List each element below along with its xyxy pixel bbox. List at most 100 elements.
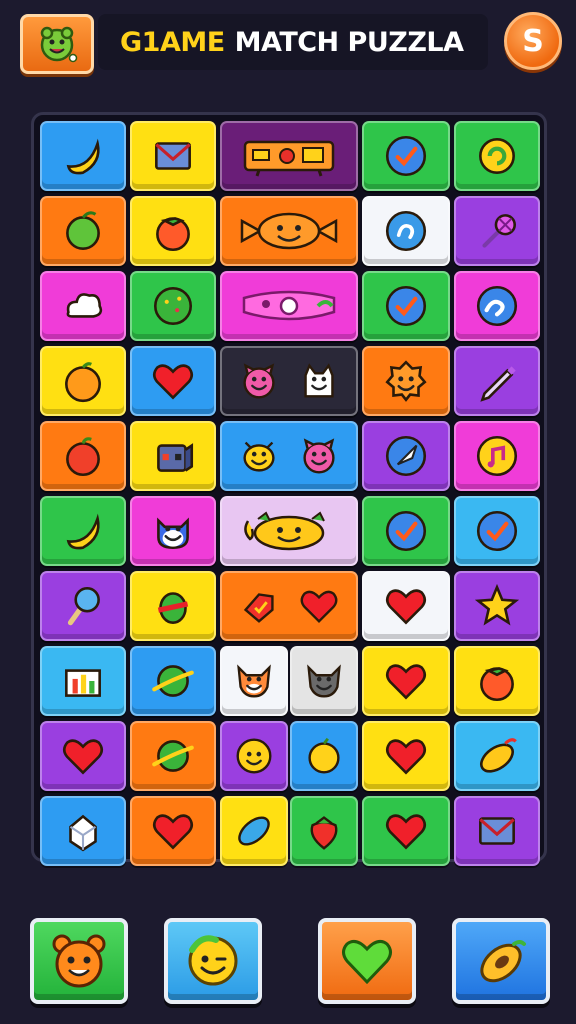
banana-icon xyxy=(58,131,108,181)
tile-banana[interactable] xyxy=(40,496,126,566)
fox-face-icon xyxy=(237,664,271,698)
rocket-badge-icon xyxy=(381,431,431,481)
powerup-bear-button[interactable] xyxy=(30,918,128,1004)
tile-heart[interactable] xyxy=(130,796,216,866)
apple-icon xyxy=(58,431,108,481)
tile-cookie-face[interactable] xyxy=(362,346,450,416)
tomato-icon xyxy=(148,206,198,256)
tile-planet[interactable] xyxy=(130,646,216,716)
powerup-heart-button[interactable] xyxy=(318,918,416,1004)
winking-smiley-icon xyxy=(188,935,238,986)
tile-cat-face[interactable] xyxy=(130,496,216,566)
tile-tag-and-heart[interactable] xyxy=(220,571,358,641)
tile-heart[interactable] xyxy=(130,346,216,416)
tile-banana[interactable] xyxy=(40,121,126,191)
music-badge-icon xyxy=(472,431,522,481)
tile-heart[interactable] xyxy=(40,721,126,791)
tomato-icon xyxy=(472,656,522,706)
tile-check-badge[interactable] xyxy=(362,496,450,566)
tag-red-icon xyxy=(236,583,282,629)
game-title: G1AME MATCH PUZZLA xyxy=(98,14,488,70)
tile-envelope[interactable] xyxy=(130,121,216,191)
tile-gray-cat[interactable] xyxy=(290,646,358,716)
tile-radio-device[interactable] xyxy=(220,121,358,191)
avatar-button[interactable] xyxy=(20,14,94,74)
tile-heart[interactable] xyxy=(362,721,450,791)
tile-cactus-fruit[interactable] xyxy=(130,571,216,641)
tile-rocket-badge[interactable] xyxy=(362,421,450,491)
powerup-smiley-button[interactable] xyxy=(164,918,262,1004)
tile-ice-cream[interactable] xyxy=(40,571,126,641)
coin-icon: S xyxy=(522,23,544,59)
pink-critter-icon xyxy=(296,433,342,479)
tile-pencil[interactable] xyxy=(454,346,540,416)
tile-envelope[interactable] xyxy=(454,796,540,866)
heart-icon xyxy=(296,583,342,629)
tile-tomato[interactable] xyxy=(454,646,540,716)
ice-cream-icon xyxy=(58,581,108,631)
radio-device-icon xyxy=(239,132,339,180)
tile-star[interactable] xyxy=(454,571,540,641)
check-badge-icon xyxy=(381,131,431,181)
tile-wave-badge[interactable] xyxy=(454,271,540,341)
tile-smiley[interactable] xyxy=(220,721,288,791)
tile-check-badge[interactable] xyxy=(362,271,450,341)
tile-heart[interactable] xyxy=(362,796,450,866)
tile-fox-face[interactable] xyxy=(220,646,288,716)
bar-chart-icon xyxy=(58,656,108,706)
tile-check-badge[interactable] xyxy=(454,496,540,566)
lime-icon xyxy=(58,206,108,256)
envelope-icon xyxy=(148,131,198,181)
tile-lime[interactable] xyxy=(40,196,126,266)
check-badge-icon xyxy=(472,506,522,556)
title-part-1: G1AME xyxy=(120,26,225,58)
mango-icon xyxy=(472,731,522,781)
swirl-creature-icon xyxy=(472,131,522,181)
green-creature-icon xyxy=(40,26,78,63)
heart-icon xyxy=(58,731,108,781)
tile-box-robot[interactable] xyxy=(130,421,216,491)
tile-heart[interactable] xyxy=(362,571,450,641)
cloud-icon xyxy=(58,281,108,331)
tile-strawberry[interactable] xyxy=(290,796,358,866)
melon-icon xyxy=(148,281,198,331)
tile-mango[interactable] xyxy=(454,721,540,791)
bee-icon xyxy=(236,433,282,479)
smiley-icon xyxy=(236,738,272,774)
tile-apple[interactable] xyxy=(40,421,126,491)
box-robot-icon xyxy=(148,431,198,481)
envelope-icon xyxy=(472,806,522,856)
tile-check-badge[interactable] xyxy=(362,121,450,191)
tile-leaf-fruit[interactable] xyxy=(220,796,288,866)
tile-music-badge[interactable] xyxy=(454,421,540,491)
tile-sugar-cube[interactable] xyxy=(40,796,126,866)
powerup-fruit-button[interactable] xyxy=(452,918,550,1004)
tile-mask-creature[interactable] xyxy=(220,271,358,341)
tile-fruit-face[interactable] xyxy=(220,496,358,566)
tile-candy-face[interactable] xyxy=(220,196,358,266)
tile-bee-and-pink-critter[interactable] xyxy=(220,421,358,491)
flower-stick-icon xyxy=(472,206,522,256)
coin-button[interactable]: S xyxy=(504,12,562,70)
tile-bar-chart[interactable] xyxy=(40,646,126,716)
tile-swirl-creature[interactable] xyxy=(454,121,540,191)
tile-planet[interactable] xyxy=(130,721,216,791)
green-heart-icon xyxy=(342,939,392,985)
lemon-icon xyxy=(308,737,340,774)
tile-lemon[interactable] xyxy=(290,721,358,791)
tile-flower-stick[interactable] xyxy=(454,196,540,266)
pink-critter-icon xyxy=(236,358,282,404)
tile-melon[interactable] xyxy=(130,271,216,341)
tile-swirl-badge[interactable] xyxy=(362,196,450,266)
wave-badge-icon xyxy=(472,281,522,331)
tile-cloud[interactable] xyxy=(40,271,126,341)
title-part-2: MATCH PUZZLA xyxy=(234,26,464,58)
tile-tomato[interactable] xyxy=(130,196,216,266)
heart-icon xyxy=(148,806,198,856)
tile-pink-critter-and-ghost-cat[interactable] xyxy=(220,346,358,416)
tile-heart[interactable] xyxy=(362,646,450,716)
cactus-fruit-icon xyxy=(148,581,198,631)
tile-orange[interactable] xyxy=(40,346,126,416)
heart-icon xyxy=(381,806,431,856)
game-board xyxy=(31,112,547,866)
